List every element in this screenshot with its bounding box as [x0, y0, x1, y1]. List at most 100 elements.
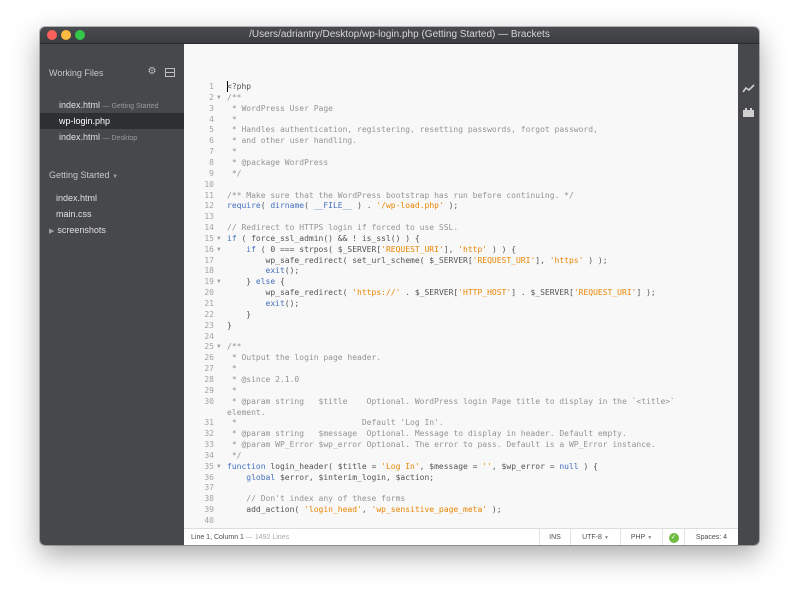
code-line[interactable]: 37: [184, 482, 738, 493]
code-line[interactable]: 13: [184, 211, 738, 222]
line-number: 22: [204, 309, 214, 319]
indent-setting[interactable]: Spaces: 4: [684, 529, 738, 545]
code-line[interactable]: 9 */: [184, 168, 738, 179]
code-text: /** Make sure that the WordPress bootstr…: [227, 190, 574, 200]
encoding-label: UTF-8: [582, 534, 602, 541]
working-file-item-active[interactable]: wp-login.php: [40, 113, 184, 129]
code-text: // Don't index any of these forms: [227, 494, 406, 504]
code-line[interactable]: 34 */: [184, 450, 738, 461]
split-view-icon[interactable]: [165, 68, 175, 77]
code-text: exit();: [265, 266, 300, 276]
working-file-item[interactable]: index.html — Desktop: [40, 129, 184, 145]
fold-toggle-icon[interactable]: ▼: [217, 92, 221, 103]
code-line[interactable]: 5 * Handles authentication, registering,…: [184, 124, 738, 135]
code-line[interactable]: 36 global $error, $interim_login, $actio…: [184, 472, 738, 483]
code-line[interactable]: 38 // Don't index any of these forms: [184, 493, 738, 504]
code-text: * Default 'Log In'.: [227, 418, 444, 428]
code-text: */: [227, 168, 242, 178]
code-line[interactable]: 19 ▼ } else {: [184, 276, 738, 287]
code-line[interactable]: 2 ▼ /**: [184, 92, 738, 103]
code-line[interactable]: 27 *: [184, 363, 738, 374]
line-number: 31: [204, 418, 214, 428]
working-file-name: index.html: [59, 100, 101, 110]
code-line[interactable]: 8 * @package WordPress: [184, 157, 738, 168]
line-number: 3: [209, 103, 214, 113]
code-line[interactable]: 24: [184, 331, 738, 342]
code-line[interactable]: 12 require( dirname( __FILE__ ) . '/wp-lo…: [184, 200, 738, 211]
code-text: * @param string $title Optional. WordPre…: [227, 396, 675, 406]
code-line[interactable]: 15 ▼ if ( force_ssl_admin() && ! is_ssl() …: [184, 233, 738, 244]
code-line[interactable]: 20 wp_safe_redirect( 'https://' . $_SERV…: [184, 287, 738, 298]
code-text: }: [227, 320, 232, 330]
code-line[interactable]: 3 * WordPress User Page: [184, 103, 738, 114]
line-number: 26: [204, 353, 214, 363]
code-line[interactable]: 23}: [184, 320, 738, 331]
code-line[interactable]: 16 ▼ if ( 0 === strpos( $_SERVER['REQUEST…: [184, 244, 738, 255]
code-line[interactable]: 25 ▼ /**: [184, 341, 738, 352]
code-line[interactable]: 31 * Default 'Log In'.: [184, 417, 738, 428]
live-preview-icon[interactable]: [742, 84, 755, 94]
code-line[interactable]: 11 /** Make sure that the WordPress boots…: [184, 190, 738, 201]
chevron-down-icon: ▼: [603, 535, 609, 541]
lint-status[interactable]: ✓: [662, 529, 684, 545]
encoding-select[interactable]: UTF-8 ▼: [570, 529, 620, 545]
line-number: 20: [204, 288, 214, 298]
code-line[interactable]: 14 // Redirect to HTTPS login if forced t…: [184, 222, 738, 233]
code-line[interactable]: 32 * @param string $message Optional. Me…: [184, 428, 738, 439]
code-line[interactable]: 29 *: [184, 385, 738, 396]
code-text: /**: [227, 92, 242, 102]
cursor-position-text: Line 1, Column 1: [191, 534, 244, 541]
fold-toggle-icon[interactable]: ▼: [217, 276, 221, 287]
line-number: 16: [204, 244, 214, 254]
code-line[interactable]: 6 * and other user handling.: [184, 135, 738, 146]
code-line[interactable]: 4 *: [184, 114, 738, 125]
code-line[interactable]: 30 * @param string $title Optional. Word…: [184, 396, 738, 407]
line-number: 8: [209, 157, 214, 167]
chevron-down-icon: ▼: [112, 174, 119, 180]
code-text: if ( force_ssl_admin() && ! is_ssl() ) {: [227, 233, 420, 243]
code-line[interactable]: 18 exit();: [184, 265, 738, 276]
code-line[interactable]: 1 <?php: [184, 81, 738, 92]
code-text: */: [227, 450, 242, 460]
code-line[interactable]: 21 exit();: [184, 298, 738, 309]
code-line[interactable]: 7 *: [184, 146, 738, 157]
code-line[interactable]: 40: [184, 515, 738, 526]
working-file-item[interactable]: index.html — Getting Started: [40, 97, 184, 113]
code-text: // Redirect to HTTPS login if forced to …: [227, 223, 459, 233]
line-number: 4: [209, 114, 214, 124]
fold-toggle-icon[interactable]: ▼: [217, 461, 221, 472]
code-text: wp_safe_redirect( set_url_scheme( $_SERV…: [227, 255, 608, 265]
code-line[interactable]: 26 * Output the login page header.: [184, 352, 738, 363]
line-number: 40: [204, 516, 214, 525]
insert-mode-toggle[interactable]: INS: [539, 529, 570, 545]
code-line[interactable]: 22 }: [184, 309, 738, 320]
gear-icon[interactable]: ⚙: [147, 67, 157, 77]
code-text: * @param WP_Error $wp_error Optional. Th…: [227, 440, 656, 450]
fold-toggle-icon[interactable]: ▼: [217, 341, 221, 352]
code-line[interactable]: 39 add_action( 'login_head', 'wp_sensiti…: [184, 504, 738, 515]
code-line[interactable]: 33 * @param WP_Error $wp_error Optional.…: [184, 439, 738, 450]
code-line[interactable]: 17 wp_safe_redirect( set_url_scheme( $_S…: [184, 255, 738, 266]
fold-toggle-icon[interactable]: ▼: [217, 233, 221, 244]
language-select[interactable]: PHP ▼: [620, 529, 662, 545]
code-editor[interactable]: 1 <?php 2 ▼/** 3 * WordPress User Page 4 * 5 *…: [184, 44, 738, 528]
working-file-note: — Desktop: [102, 135, 138, 142]
line-number: 30: [204, 396, 214, 406]
code-text: global $error, $interim_login, $action;: [246, 472, 435, 482]
code-line[interactable]: 28 * @since 2.1.0: [184, 374, 738, 385]
cursor-position: Line 1, Column 1 — 1492 Lines: [191, 529, 289, 545]
chevron-down-icon: ▼: [647, 535, 653, 541]
project-file-item[interactable]: index.html: [56, 191, 97, 205]
line-number: 38: [204, 494, 214, 504]
line-number: 11: [204, 190, 214, 200]
project-dropdown[interactable]: Getting Started ▼: [49, 170, 118, 180]
code-line[interactable]: 10: [184, 179, 738, 190]
project-folder-item[interactable]: ▶ screenshots: [49, 223, 106, 239]
code-text: * Output the login page header.: [227, 353, 382, 363]
project-file-item[interactable]: main.css: [56, 207, 92, 221]
status-bar: Line 1, Column 1 — 1492 Lines INS UTF-8 ▼…: [184, 528, 738, 545]
fold-toggle-icon[interactable]: ▼: [217, 244, 221, 255]
code-line[interactable]: 35 ▼ function login_header( $title = 'Log …: [184, 461, 738, 472]
code-line[interactable]: element.: [184, 407, 738, 418]
extension-manager-icon[interactable]: [742, 107, 755, 117]
